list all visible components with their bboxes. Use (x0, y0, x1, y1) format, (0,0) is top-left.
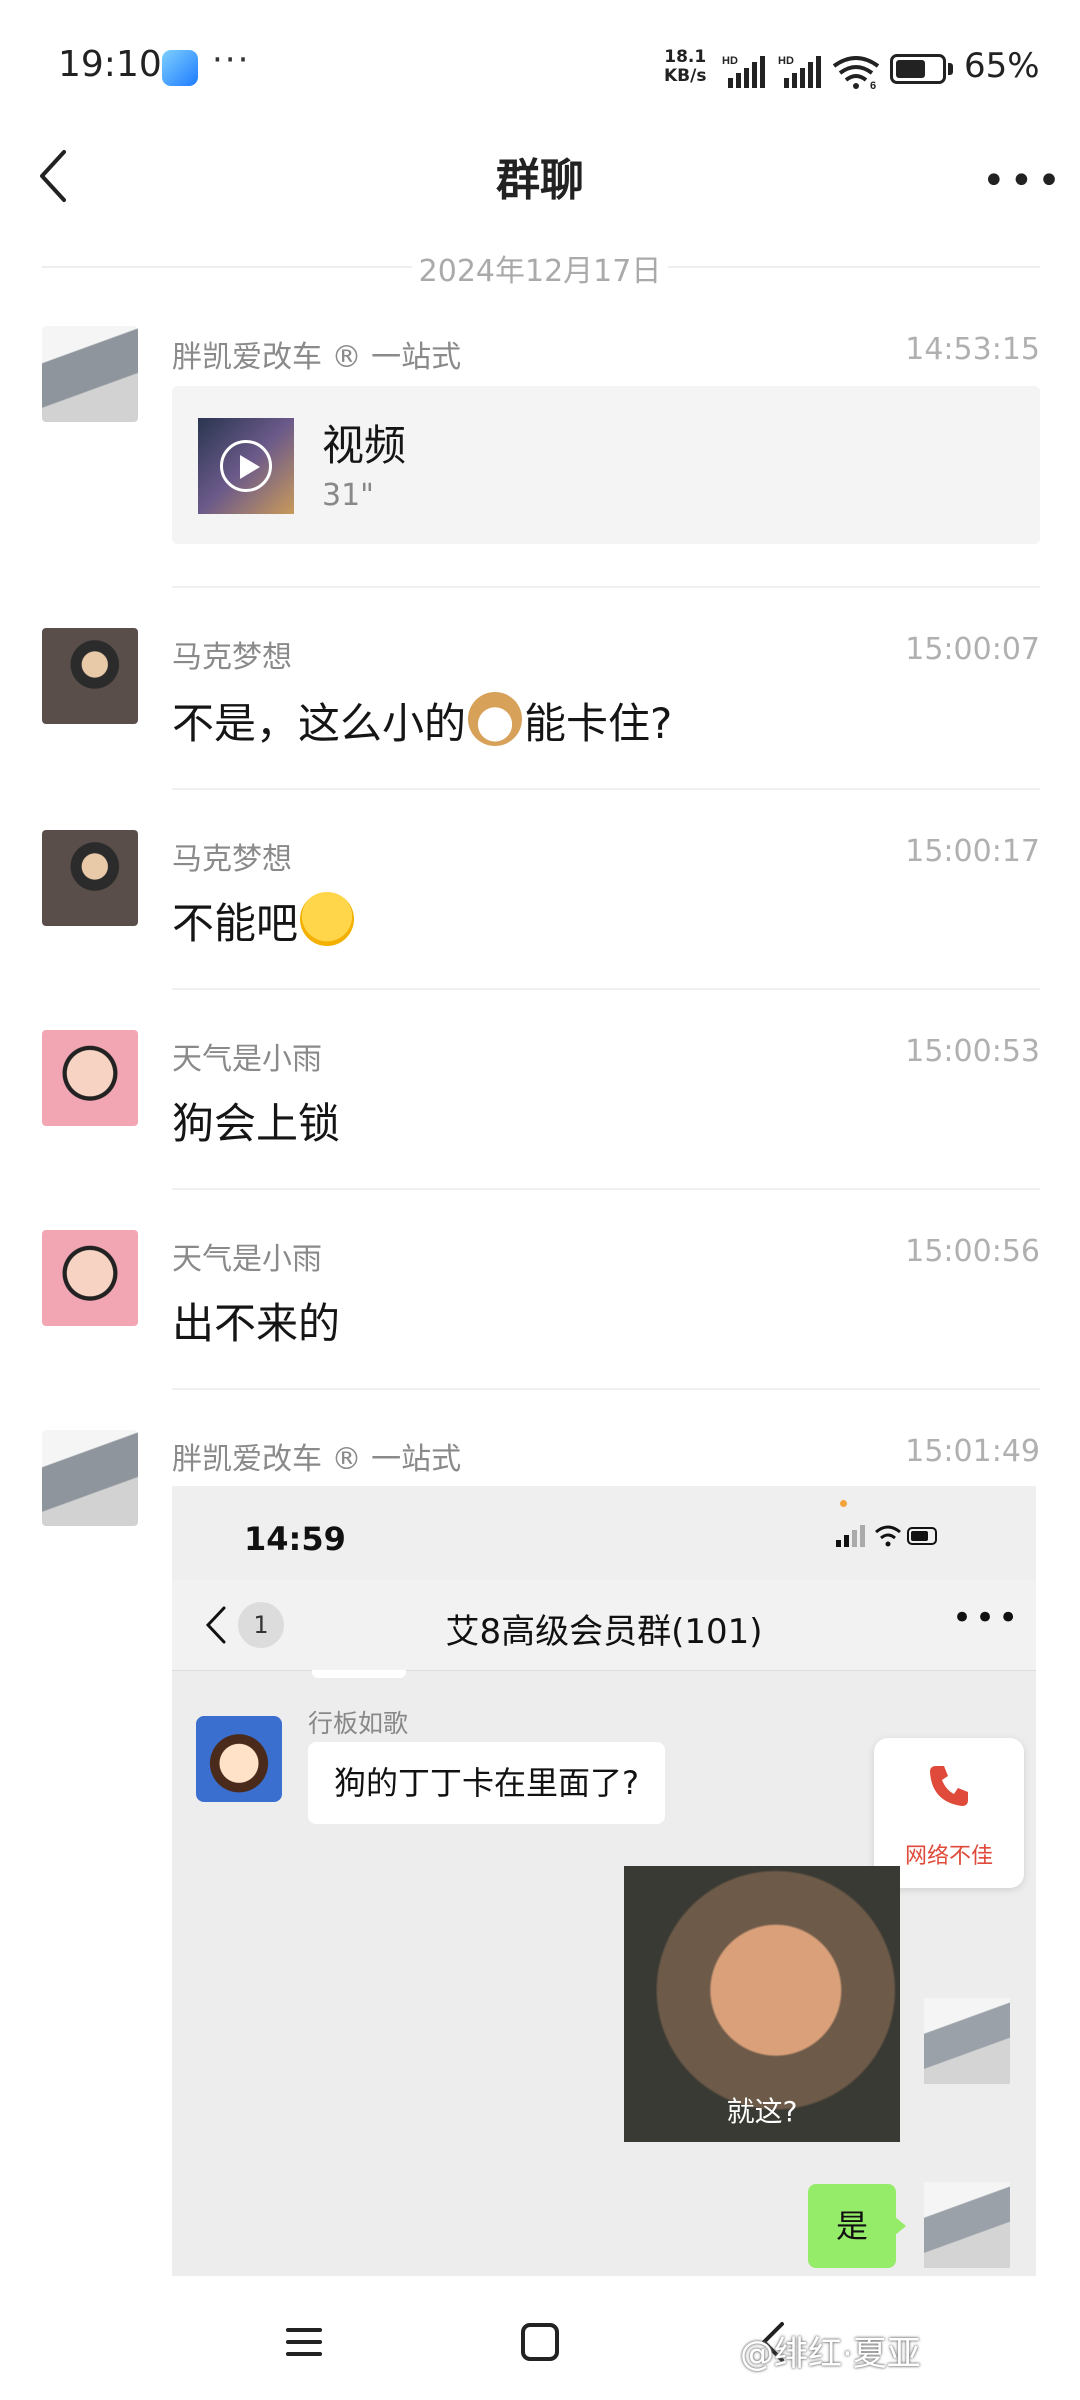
reply-bubble-tail (894, 2216, 906, 2236)
avatar[interactable] (42, 628, 138, 724)
embedded-time: 14:59 (244, 1520, 346, 1558)
embedded-header: 1 艾8高级会员群(101) ••• (172, 1580, 1036, 1671)
embedded-status-icons (836, 1525, 937, 1547)
sender-name: 胖凯爱改车 ® 一站式 (172, 1442, 462, 1477)
dog-face-emoji-icon (468, 692, 523, 746)
video-thumbnail (198, 418, 294, 514)
play-icon (220, 440, 272, 492)
message-divider (172, 788, 1040, 790)
embedded-own-avatar (924, 2182, 1010, 2268)
message-text-part: 不能吧 (172, 899, 299, 948)
avatar[interactable] (42, 1030, 138, 1126)
page-title: 群聊 (496, 155, 584, 206)
home-icon[interactable] (518, 2320, 562, 2364)
watermark: @绯红·夏亚 (740, 2334, 921, 2374)
phone-icon (930, 1766, 968, 1806)
video-duration: 31" (322, 478, 374, 513)
message-text[interactable]: 出不来的 (172, 1290, 340, 1351)
date-separator: 2024年12月17日 (418, 254, 662, 289)
network-speed-unit: KB/s (664, 66, 707, 86)
menu-icon[interactable] (282, 2320, 326, 2364)
message-time: 15:00:56 (905, 1234, 1040, 1269)
embedded-avatar (196, 1716, 282, 1802)
embedded-status-bar: 14:59 (172, 1486, 1036, 1580)
battery-tip (948, 63, 953, 75)
avatar[interactable] (42, 326, 138, 422)
battery-icon (890, 54, 946, 84)
message-divider (172, 988, 1040, 990)
message-time: 15:00:17 (905, 834, 1040, 869)
message-text[interactable]: 不能吧 (172, 890, 356, 951)
message-text[interactable]: 狗会上锁 (172, 1090, 340, 1151)
avatar[interactable] (42, 1230, 138, 1326)
hd-label-1: HD (722, 55, 738, 67)
more-notifications-icon: ··· (212, 40, 251, 80)
message-time: 15:00:53 (905, 1034, 1040, 1069)
embedded-sender: 行板如歌 (308, 1709, 409, 1738)
sender-name: 马克梦想 (172, 640, 292, 675)
avatar[interactable] (42, 830, 138, 926)
message-text-part: 能卡住? (524, 699, 673, 748)
status-time: 19:10 (58, 44, 162, 85)
message-divider (172, 1188, 1040, 1190)
meme-image: 就这? (624, 1866, 900, 2142)
app-notification-icon (162, 50, 198, 86)
embedded-reply-bubble: 是 (808, 2184, 896, 2268)
more-options-button[interactable]: ••• (982, 158, 1065, 204)
wifi-icon: 6 (832, 56, 880, 90)
video-title: 视频 (322, 421, 407, 470)
meme-caption: 就这? (726, 2095, 798, 2128)
battery-percent: 65% (964, 46, 1040, 86)
embedded-more-icon: ••• (952, 1598, 1022, 1638)
image-message[interactable]: 14:59 1 艾8高级会员群(101) ••• 行板如歌 狗的丁丁卡在里面了?… (172, 1486, 1036, 2276)
message-divider (172, 1388, 1040, 1390)
sender-name: 马克梦想 (172, 842, 292, 877)
message-time: 15:01:49 (905, 1434, 1040, 1469)
message-divider (172, 586, 1040, 588)
loudly-crying-face-emoji-icon (300, 892, 355, 946)
network-speed: 18.1 KB/s (664, 48, 706, 86)
message-text[interactable]: 不是，这么小的 能卡住? (172, 690, 672, 751)
embedded-own-avatar (924, 1998, 1010, 2084)
message-text-part: 不是，这么小的 (172, 699, 467, 748)
message-time: 14:53:15 (905, 332, 1040, 367)
signal-icon: HD (722, 55, 765, 88)
embedded-message-bubble: 狗的丁丁卡在里面了? (308, 1742, 665, 1824)
message-time: 15:00:07 (905, 632, 1040, 667)
network-speed-value: 18.1 (664, 47, 707, 67)
avatar[interactable] (42, 1430, 138, 1526)
signal-icon-2: HD (778, 55, 821, 88)
sender-name: 天气是小雨 (172, 1042, 322, 1077)
indicator-dot (840, 1500, 847, 1507)
wifi-sub-label: 6 (870, 80, 876, 90)
sender-name: 天气是小雨 (172, 1242, 322, 1277)
embedded-group-title: 艾8高级会员群(101) (445, 1612, 763, 1652)
hd-label-2: HD (778, 55, 794, 67)
embedded-bubble-fragment (312, 1670, 406, 1678)
video-message[interactable]: 视频 31" (172, 386, 1040, 544)
sender-name: 胖凯爱改车 ® 一站式 (172, 340, 462, 375)
